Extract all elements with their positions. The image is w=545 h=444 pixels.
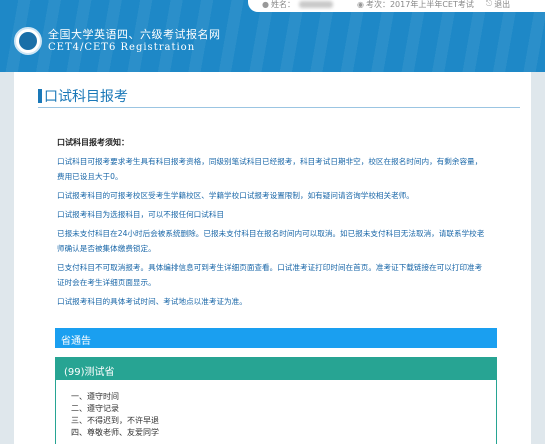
site-header: 全国大学英语四、六级考试报名网 CET4/CET6 Registration ●… bbox=[0, 0, 545, 72]
site-title: 全国大学英语四、六级考试报名网 bbox=[48, 28, 221, 41]
title-divider bbox=[38, 107, 520, 108]
rule-item: 二、遵守记录 bbox=[71, 404, 119, 413]
rule-item: 三、不得迟到，不许早退 bbox=[71, 416, 159, 425]
page-title: 口试科目报考 bbox=[38, 87, 128, 105]
rule-item: 一、遵守时间 bbox=[71, 392, 119, 401]
site-notice-title: (99)测试省 bbox=[64, 367, 115, 378]
province-notice-bar[interactable]: 省通告 bbox=[55, 328, 497, 348]
logout-link[interactable]: ⎋ 退出 bbox=[486, 0, 510, 10]
notice-line: 已支付科目不可取消报考。具体编排信息可到考生详细页面查看。口试准考证打印时间在首… bbox=[57, 263, 483, 272]
notice-line: 口试科目可报考要求考生具有科目报考资格，同级别笔试科目已经报考，科目考试日期非空… bbox=[57, 157, 483, 166]
notice-line: 费用已设且大于0。 bbox=[57, 172, 123, 181]
notice-line: 证时会在考生详细页面显示。 bbox=[57, 278, 156, 287]
user-name-item: ● 姓名： bbox=[262, 0, 333, 10]
redacted-name bbox=[298, 0, 333, 8]
logo-emblem bbox=[19, 32, 37, 50]
rule-item: 四、尊敬老师、友爱同学 bbox=[71, 428, 159, 437]
user-name-label: 姓名： bbox=[270, 0, 295, 9]
notice-line: 口试报考科目的可报考校区受考生学籍校区、学籍学校口试报考设置限制，如有疑问请咨询… bbox=[57, 191, 414, 200]
title-accent-bar bbox=[38, 89, 42, 103]
site-notice-header[interactable]: (99)测试省 bbox=[56, 358, 496, 380]
notice-line: 口试报考科目的具体考试时间、考试地点以准考证为准。 bbox=[57, 297, 247, 306]
logout-label[interactable]: 退出 bbox=[494, 0, 510, 10]
province-notice-label: 省通告 bbox=[61, 336, 91, 347]
notice-heading: 口试科目报考须知： bbox=[57, 138, 129, 147]
site-subtitle: CET4/CET6 Registration bbox=[48, 42, 196, 53]
exam-icon: ◉ bbox=[356, 0, 364, 9]
exam-session-item: ◉ 考次：2017年上半年CET考试 bbox=[357, 0, 474, 10]
exam-session-label: 考次：2017年上半年CET考试 bbox=[365, 0, 474, 9]
logout-icon: ⎋ bbox=[485, 0, 493, 8]
user-bar: ● 姓名： ◉ 考次：2017年上半年CET考试 ⎋ 退出 bbox=[248, 0, 545, 12]
notice-line: 师确认是否被集体缴费锁定。 bbox=[57, 244, 156, 253]
user-icon: ● bbox=[262, 0, 269, 9]
notice-line: 已报未支付科目在24小时后会被系统删除。已报未支付科目在报名时间内可以取消。如已… bbox=[57, 229, 485, 238]
site-logo bbox=[14, 27, 42, 55]
notice-line: 口试报考科目为选报科目，可以不报任何口试科目 bbox=[57, 210, 225, 219]
page-title-text: 口试科目报考 bbox=[44, 89, 128, 105]
